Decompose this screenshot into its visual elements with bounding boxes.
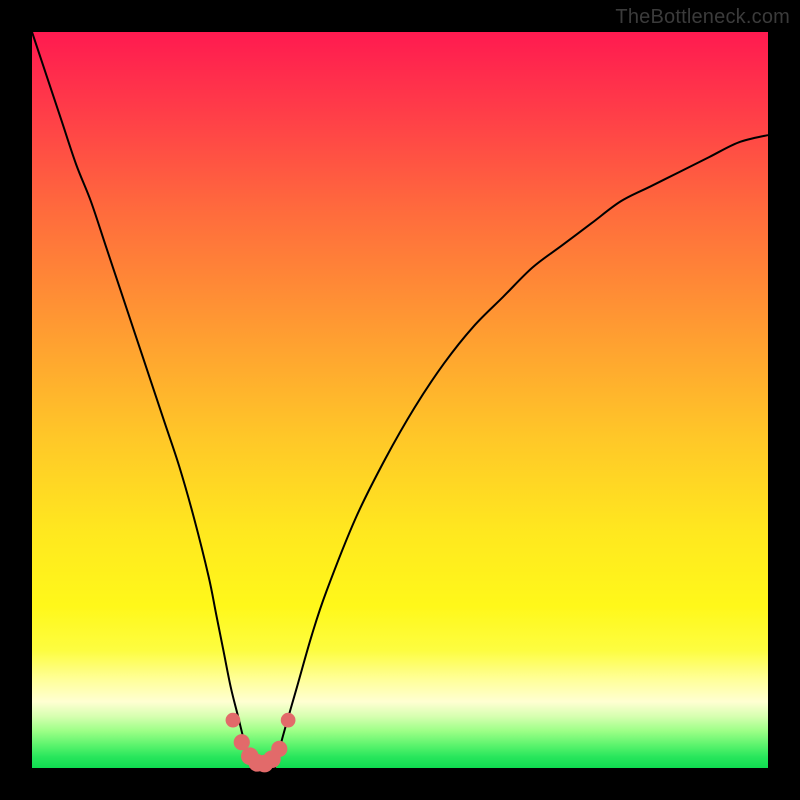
chart-frame: TheBottleneck.com [0,0,800,800]
left-curve [32,32,253,768]
chart-svg [32,32,768,768]
valley-marker [281,713,296,728]
valley-marker [226,713,241,728]
chart-series-group [32,32,768,768]
right-curve [275,135,768,768]
watermark-text: TheBottleneck.com [615,6,790,29]
valley-marker [271,741,287,757]
valley-markers [226,713,296,773]
